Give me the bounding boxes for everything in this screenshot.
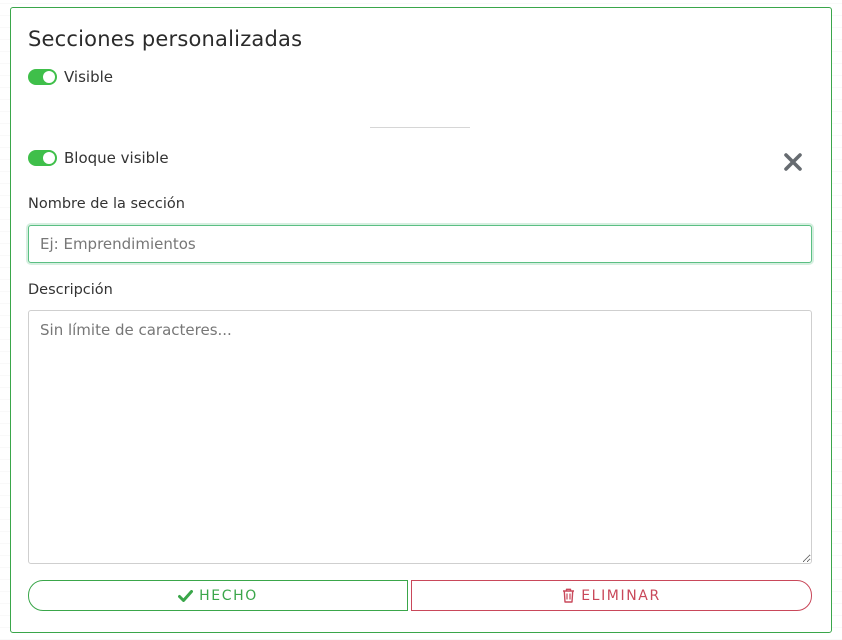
done-label: HECHO [199, 587, 258, 604]
delete-button[interactable]: ELIMINAR [411, 580, 812, 611]
toggle-knob [43, 71, 55, 83]
section-visible-toggle[interactable] [28, 69, 57, 85]
section-visible-row: Visible [28, 68, 113, 86]
delete-label: ELIMINAR [581, 587, 661, 604]
custom-sections-card: Secciones personalizadas Visible Bloque … [10, 7, 832, 633]
block-visible-label: Bloque visible [64, 149, 169, 167]
section-name-input[interactable] [28, 225, 812, 263]
block-visible-toggle[interactable] [28, 150, 57, 166]
trash-icon [562, 588, 575, 603]
close-block-button[interactable] [782, 151, 804, 173]
card-title: Secciones personalizadas [28, 27, 303, 51]
close-icon [784, 153, 802, 171]
block-visible-row: Bloque visible [28, 149, 169, 167]
divider [370, 127, 470, 128]
section-name-label: Nombre de la sección [28, 196, 185, 212]
check-icon [178, 589, 194, 602]
done-button[interactable]: HECHO [28, 580, 408, 611]
section-visible-label: Visible [64, 68, 113, 86]
description-textarea[interactable] [28, 310, 812, 564]
description-label: Descripción [28, 282, 113, 298]
toggle-knob [43, 152, 55, 164]
